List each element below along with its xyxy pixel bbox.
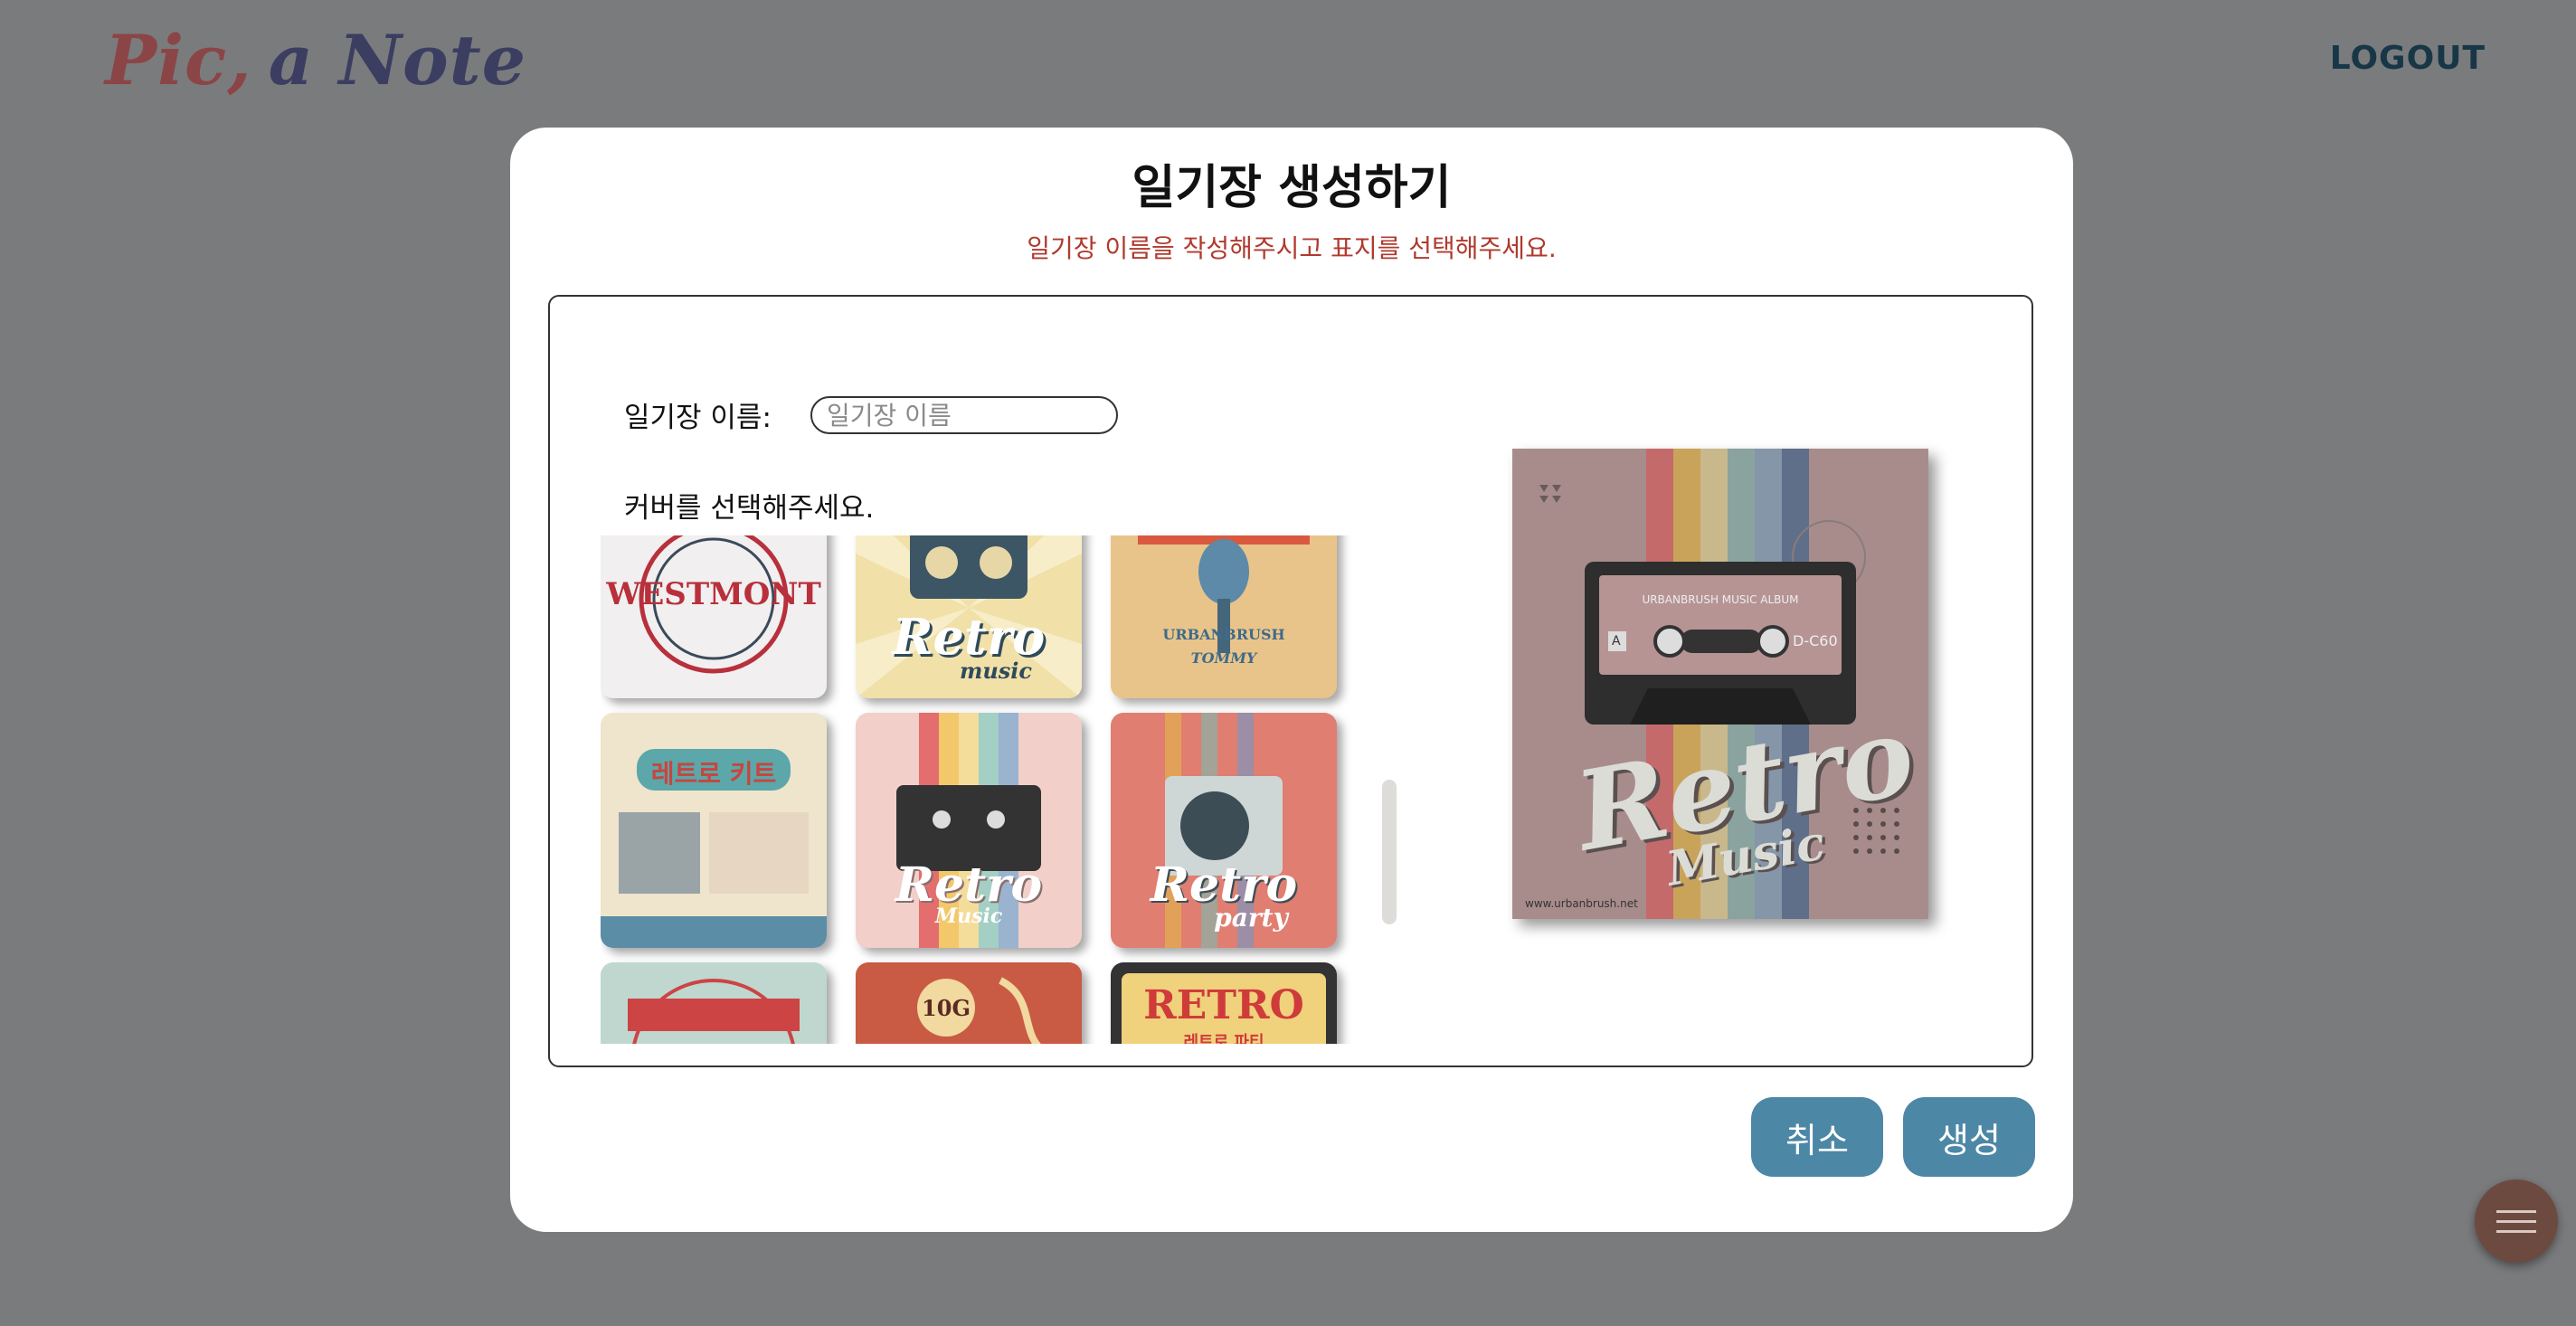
cover-title: URBANBRUSH — [1162, 626, 1285, 643]
create-diary-modal: 일기장 생성하기 일기장 이름을 작성해주시고 표지를 선택해주세요. 일기장 … — [510, 128, 2073, 1232]
cover-option-5[interactable]: Retro Music — [856, 713, 1082, 948]
cover-option-9[interactable]: RETRO 레트로 파티 — [1111, 962, 1337, 1044]
preview-footer: www.urbanbrush.net — [1525, 897, 1638, 910]
cover-option-1[interactable]: WESTMONT — [601, 535, 827, 698]
create-button[interactable]: 생성 — [1903, 1097, 2035, 1177]
preview-tape-label: URBANBRUSH MUSIC ALBUM — [1642, 593, 1799, 606]
cover-subtitle: music — [959, 658, 1033, 684]
cover-subtitle: party — [1214, 903, 1288, 933]
cover-option-6[interactable]: Retro party — [1111, 713, 1337, 948]
cover-option-4[interactable]: 레트로 키트 — [601, 713, 827, 948]
cover-title: RETRO — [1143, 982, 1304, 1028]
cover-option-8[interactable]: 10G — [856, 962, 1082, 1044]
logo-text-secondary: a Note — [268, 20, 527, 100]
cover-art-retro-badge — [628, 979, 800, 1044]
cover-art-microphone — [1138, 535, 1310, 653]
modal-title: 일기장 생성하기 — [1132, 161, 1452, 215]
cover-option-2[interactable]: Retro music — [856, 535, 1082, 698]
menu-fab-button[interactable] — [2475, 1179, 2558, 1263]
cover-title: 10G — [922, 995, 971, 1021]
scrollbar-thumb[interactable] — [1382, 780, 1397, 924]
menu-icon-line — [2496, 1230, 2536, 1233]
cancel-button[interactable]: 취소 — [1751, 1097, 1883, 1177]
cover-subtitle: TOMMY — [1190, 649, 1257, 667]
cover-preview: URBANBRUSH MUSIC ALBUM A D-C60 Retro Mus… — [1512, 449, 1928, 919]
preview-tape-side: A — [1612, 634, 1621, 649]
cover-select-label: 커버를 선택해주세요. — [624, 492, 875, 525]
cover-subtitle: 레트로 파티 — [1183, 1033, 1264, 1044]
diary-name-input[interactable] — [810, 396, 1118, 434]
cover-grid-scrollbar[interactable] — [1382, 535, 1397, 1044]
cover-grid: WESTMONT Retro music URBANBRUSH TOMMY 레트… — [601, 535, 1337, 1044]
diary-name-label: 일기장 이름: — [624, 402, 772, 434]
form-panel: 일기장 이름: 커버를 선택해주세요. WESTMONT — [548, 295, 2033, 1067]
logout-link[interactable]: LOGOUT — [2330, 40, 2486, 77]
menu-icon-line — [2496, 1220, 2536, 1223]
cover-subtitle: Music — [934, 905, 1003, 928]
modal-subtitle: 일기장 이름을 작성해주시고 표지를 선택해주세요. — [1027, 233, 1557, 263]
cover-title: 레트로 키트 — [650, 759, 777, 789]
menu-icon-line — [2496, 1210, 2536, 1213]
cover-option-3[interactable]: URBANBRUSH TOMMY — [1111, 535, 1337, 698]
cover-grid-viewport[interactable]: WESTMONT Retro music URBANBRUSH TOMMY 레트… — [601, 535, 1386, 1044]
preview-tape-code: D-C60 — [1793, 632, 1838, 649]
logo-text-primary: Pic, — [105, 20, 252, 100]
app-logo[interactable]: Pic, a Note — [105, 20, 526, 100]
cover-art-westmont — [639, 535, 789, 674]
cover-art-retro-kit — [601, 749, 827, 948]
cover-option-7[interactable] — [601, 962, 827, 1044]
cover-title: WESTMONT — [606, 576, 821, 612]
